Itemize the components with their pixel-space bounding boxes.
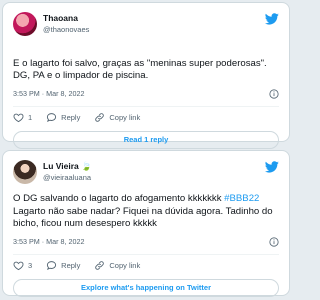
reply-bubble-icon bbox=[47, 261, 57, 271]
author-block[interactable]: Lu Vieira 🍃 @vieiraaluana bbox=[43, 161, 92, 183]
tweet-timestamp[interactable]: 3:53 PM · Mar 8, 2022 bbox=[13, 237, 85, 246]
copy-link-button[interactable]: Copy link bbox=[94, 112, 140, 123]
like-button[interactable]: 1 bbox=[13, 112, 32, 123]
tweet-text: E o lagarto foi salvo, graças as "menina… bbox=[13, 45, 279, 83]
author-handle[interactable]: @thaonovaes bbox=[43, 24, 89, 35]
tweet-header: Lu Vieira 🍃 @vieiraaluana bbox=[13, 159, 279, 185]
avatar[interactable] bbox=[13, 12, 37, 36]
info-icon[interactable] bbox=[269, 88, 279, 99]
reply-label: Reply bbox=[61, 113, 81, 122]
copy-link-label: Copy link bbox=[109, 261, 141, 270]
avatar[interactable] bbox=[13, 160, 37, 184]
hashtag-link[interactable]: #BBB22 bbox=[224, 193, 259, 204]
tweet-card[interactable]: Thaoana @thaonovaes E o lagarto foi salv… bbox=[2, 2, 290, 149]
heart-icon bbox=[13, 113, 24, 123]
tweet-header: Thaoana @thaonovaes bbox=[13, 11, 279, 37]
like-count: 3 bbox=[28, 261, 33, 270]
heart-icon bbox=[13, 261, 24, 271]
tweet-text: O DG salvando o lagarto do afogamento kk… bbox=[13, 193, 279, 231]
reply-button[interactable]: Reply bbox=[46, 260, 80, 271]
twitter-bird-icon[interactable] bbox=[265, 13, 279, 25]
info-icon[interactable] bbox=[269, 236, 279, 247]
twitter-bird-icon[interactable] bbox=[265, 161, 279, 173]
tweet-timestamp[interactable]: 3:53 PM · Mar 8, 2022 bbox=[13, 89, 85, 98]
link-icon bbox=[95, 113, 105, 122]
author-display-name[interactable]: Thaoana bbox=[43, 13, 89, 24]
copy-link-button[interactable]: Copy link bbox=[94, 260, 140, 271]
read-replies-button[interactable]: Read 1 reply bbox=[13, 130, 279, 149]
tweet-actions: 1 Reply Copy link bbox=[13, 107, 279, 129]
like-button[interactable]: 3 bbox=[13, 260, 32, 271]
reply-button[interactable]: Reply bbox=[46, 112, 80, 123]
tweet-text-segment: E o lagarto foi salvo, graças as "menina… bbox=[13, 57, 267, 82]
tweet-meta: 3:53 PM · Mar 8, 2022 bbox=[13, 236, 279, 248]
tweet-actions: 3 Reply Copy link bbox=[13, 255, 279, 277]
author-display-name[interactable]: Lu Vieira 🍃 bbox=[43, 161, 92, 172]
explore-twitter-button[interactable]: Explore what's happening on Twitter bbox=[13, 278, 279, 297]
embedded-tweets-page: Thaoana @thaonovaes E o lagarto foi salv… bbox=[0, 0, 292, 300]
like-count: 1 bbox=[28, 113, 33, 122]
link-icon bbox=[95, 261, 105, 270]
tweet-meta: 3:53 PM · Mar 8, 2022 bbox=[13, 88, 279, 100]
reply-bubble-icon bbox=[47, 113, 57, 123]
tweet-card[interactable]: Lu Vieira 🍃 @vieiraaluana O DG salvando … bbox=[2, 150, 290, 297]
tweet-text-segment: Lagarto não sabe nadar? Fiquei na dúvida… bbox=[13, 205, 273, 230]
author-block[interactable]: Thaoana @thaonovaes bbox=[43, 13, 89, 35]
copy-link-label: Copy link bbox=[109, 113, 141, 122]
tweet-text-segment: O DG salvando o lagarto do afogamento kk… bbox=[13, 193, 225, 204]
author-handle[interactable]: @vieiraaluana bbox=[43, 172, 92, 183]
reply-label: Reply bbox=[61, 261, 81, 270]
